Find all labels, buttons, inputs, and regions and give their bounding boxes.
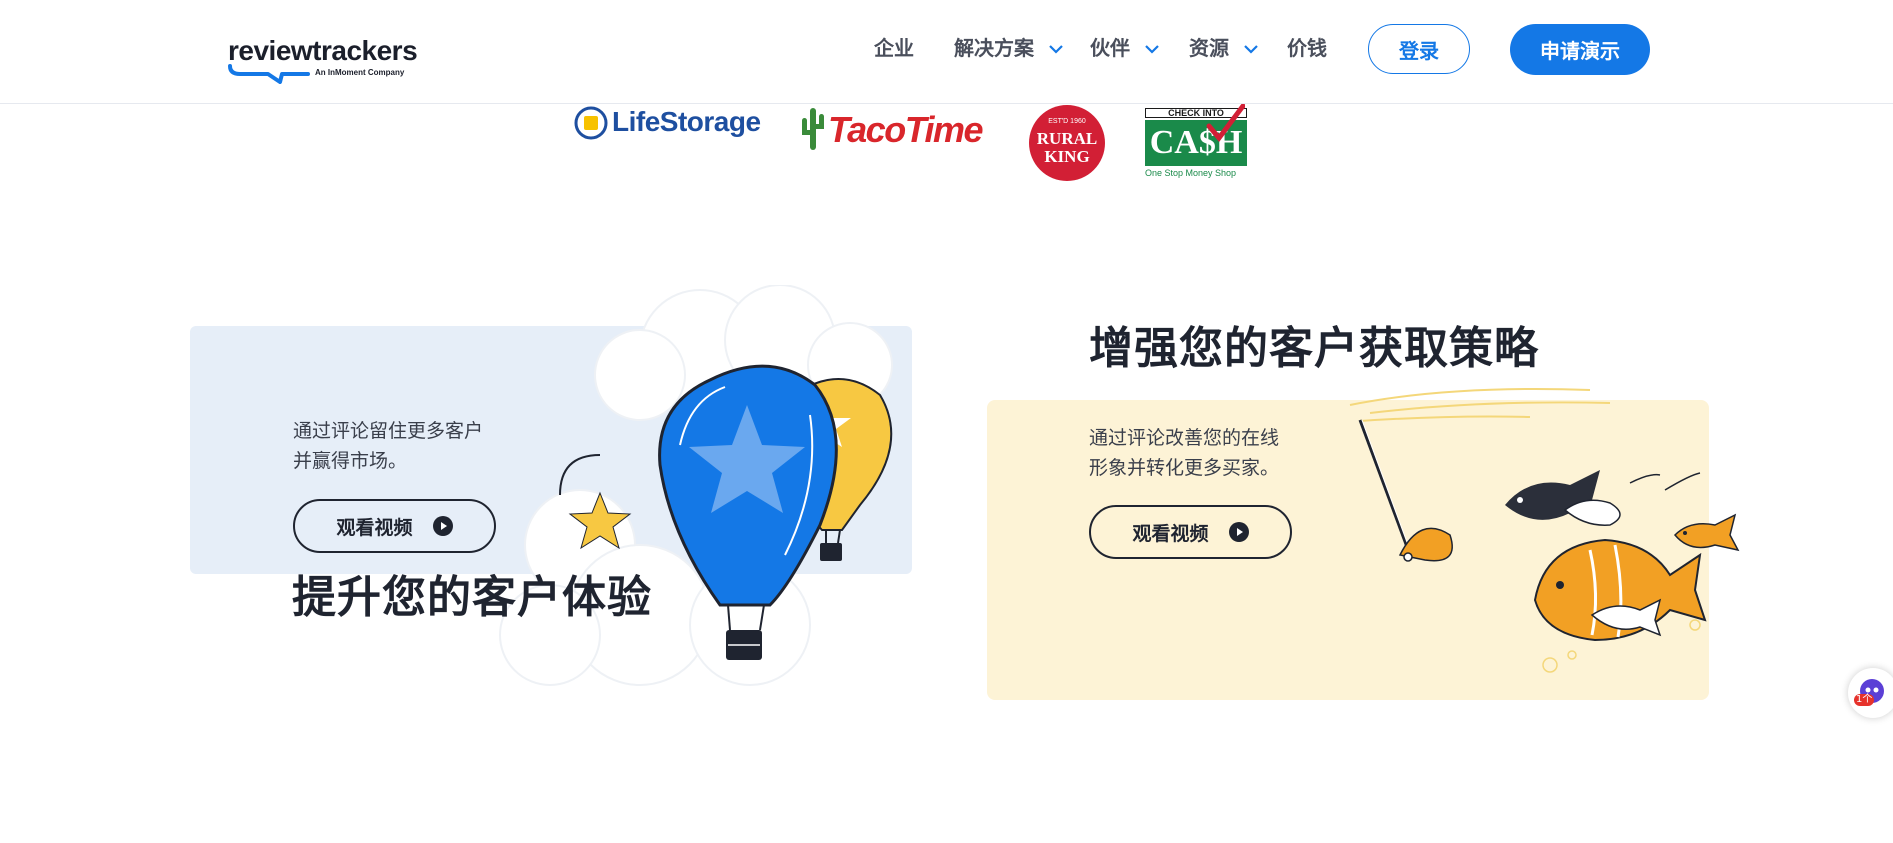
experience-heading: 提升您的客户体验 [292, 572, 652, 623]
acquisition-description: 通过评论改善您的在线 形象并转化更多买家。 [1089, 423, 1279, 483]
rural-king-logo: EST'D 1960 RURAL KING [1029, 105, 1105, 181]
chevron-down-icon [1049, 45, 1063, 54]
nav-item-resources[interactable]: 资源 [1189, 35, 1258, 61]
speech-bubble-icon [228, 64, 310, 84]
login-button[interactable]: 登录 [1368, 24, 1470, 74]
nav-item-label: 价钱 [1287, 36, 1327, 60]
chevron-down-icon [1145, 45, 1159, 54]
nav-item-solutions[interactable]: 解决方案 [954, 35, 1063, 61]
description-line: 通过评论改善您的在线 [1089, 427, 1280, 449]
description-line: 通过评论留住更多客户 [293, 420, 484, 442]
balloons-illustration [499, 285, 893, 686]
request-demo-button[interactable]: 申请演示 [1510, 24, 1650, 75]
description-line: 并赢得市场。 [293, 450, 408, 472]
nav-item-label: 资源 [1189, 36, 1229, 60]
experience-description: 通过评论留住更多客户 并赢得市场。 [293, 416, 483, 476]
reviewtrackers-logo[interactable]: reviewtrackers An InMoment Company [228, 35, 418, 84]
rural-king-line1: RURAL [1036, 129, 1098, 148]
button-label: 观看视频 [1132, 522, 1209, 545]
rural-king-line2: KING [1044, 147, 1090, 166]
logo-subtitle: An InMoment Company [315, 68, 405, 77]
play-icon [1228, 522, 1249, 542]
site-header: reviewtrackers An InMoment Company 企业 解决… [0, 0, 1893, 104]
fishing-illustration [1349, 388, 1740, 673]
nav-item-partners[interactable]: 伙伴 [1090, 35, 1159, 61]
cactus-icon [802, 108, 824, 150]
check-mark-icon [1206, 104, 1245, 143]
life-storage-mark [574, 106, 608, 140]
check-into-cash-tagline: One Stop Money Shop [1145, 168, 1237, 178]
check-into-cash-logo: CHECK INTO CA$H One Stop Money Shop [1145, 104, 1249, 182]
chat-widget-button[interactable]: 1个 [1848, 668, 1893, 718]
button-label: 观看视频 [336, 516, 413, 539]
rural-king-est: EST'D 1960 [1048, 118, 1086, 125]
nav-item-label: 伙伴 [1090, 36, 1130, 60]
play-icon [432, 516, 453, 536]
nav-item-label: 解决方案 [954, 36, 1034, 60]
description-line: 形象并转化更多买家。 [1089, 457, 1280, 479]
life-storage-wordmark: LifeStorage [612, 106, 761, 137]
chevron-down-icon [1244, 45, 1258, 54]
nav-item-enterprise[interactable]: 企业 [874, 35, 914, 61]
nav-item-pricing[interactable]: 价钱 [1287, 35, 1327, 61]
logo-wordmark: reviewtrackers [228, 35, 418, 66]
nav-item-label: 企业 [874, 36, 914, 60]
taco-time-wordmark: TacoTime [828, 109, 984, 150]
watch-video-button[interactable]: 观看视频 [1089, 505, 1292, 559]
watch-video-button[interactable]: 观看视频 [293, 499, 496, 553]
acquisition-heading: 增强您的客户获取策略 [1089, 323, 1539, 374]
notification-badge: 1个 [1854, 694, 1875, 706]
